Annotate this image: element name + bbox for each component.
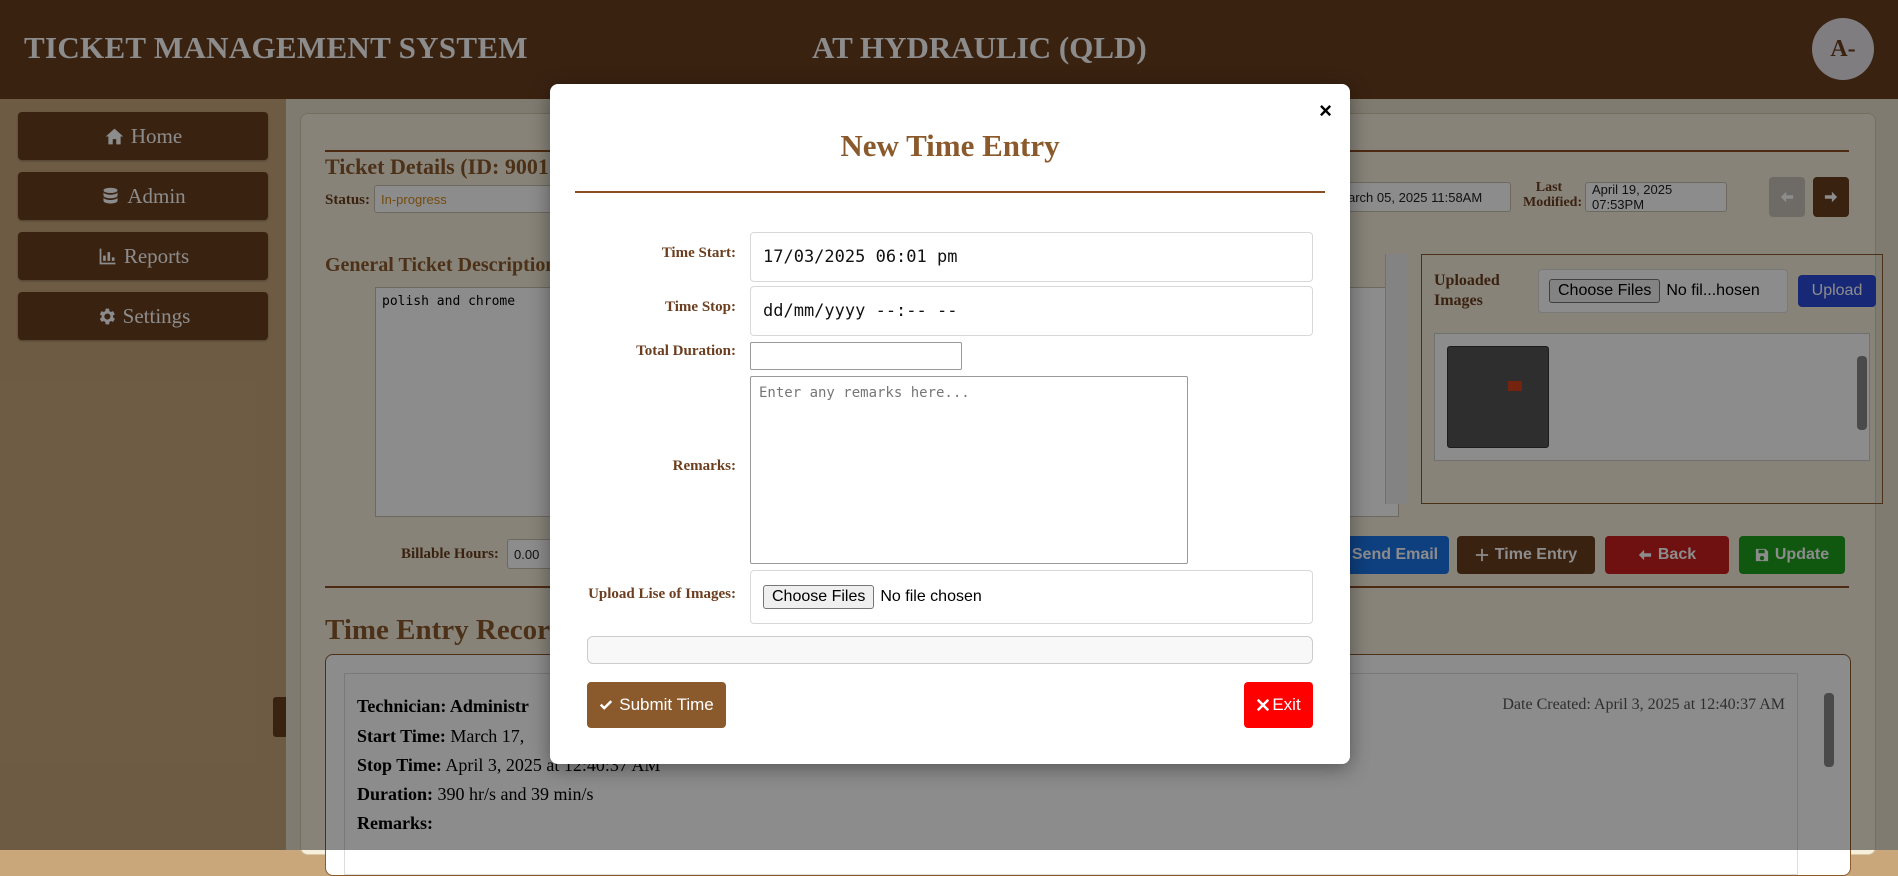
submit-time-button[interactable]: Submit Time	[587, 682, 726, 728]
time-start-label: Time Start:	[661, 245, 736, 261]
remarks-label: Remarks:	[672, 458, 736, 474]
remarks-textarea[interactable]: Enter any remarks here...	[750, 376, 1188, 564]
submit-time-label: Submit Time	[619, 695, 714, 714]
exit-button[interactable]: Exit	[1244, 682, 1313, 728]
modal-divider	[575, 191, 1325, 193]
exit-label: Exit	[1272, 695, 1301, 714]
upload-images-label: Upload Lise of Images:	[588, 586, 736, 602]
close-icon[interactable]: ×	[1319, 98, 1332, 124]
modal-title: New Time Entry	[840, 128, 1060, 163]
choose-files-button[interactable]: Choose Files	[763, 585, 875, 609]
time-stop-label: Time Stop:	[665, 299, 736, 315]
file-status: No file chosen	[880, 588, 982, 605]
new-time-entry-modal: × New Time Entry Time Start: 17/03/2025 …	[550, 84, 1350, 764]
check-icon	[600, 700, 613, 710]
time-start-input[interactable]: 17/03/2025 06:01 pm	[750, 232, 1313, 282]
total-duration-label: Total Duration:	[636, 343, 736, 359]
upload-progress-bar	[587, 636, 1313, 664]
time-stop-input[interactable]: dd/mm/yyyy --:-- --	[750, 286, 1313, 336]
x-icon	[1257, 698, 1270, 712]
total-duration-input[interactable]	[750, 342, 962, 370]
upload-images-input[interactable]: Choose Files No file chosen	[750, 570, 1313, 624]
